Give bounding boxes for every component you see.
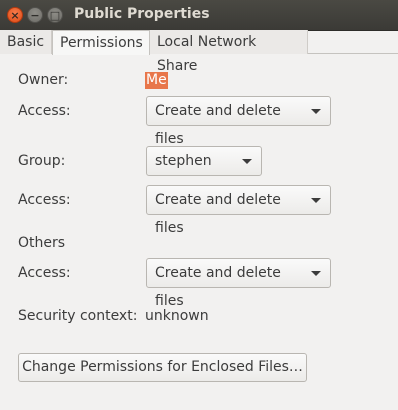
group-access-dropdown[interactable]: Create and delete files [146, 185, 331, 236]
owner-label: Owner: [18, 72, 69, 88]
others-access-dropdown[interactable]: Create and delete files [146, 258, 331, 309]
others-access-value: Create and delete files [155, 265, 281, 309]
others-label: Others [18, 235, 66, 251]
owner-value: Me [145, 72, 168, 89]
tab-basic[interactable]: Basic [0, 30, 52, 54]
close-icon: × [10, 9, 20, 22]
group-access-label: Access: [18, 192, 71, 208]
tab-local-network-share[interactable]: Local Network Share [150, 30, 308, 74]
chevron-down-icon [311, 109, 321, 114]
owner-access-value: Create and delete files [155, 103, 281, 147]
maximize-icon: □ [49, 9, 61, 22]
group-dropdown[interactable]: stephen [146, 146, 262, 176]
title-bar: × − □ Public Properties [0, 0, 398, 31]
close-button[interactable]: × [7, 7, 23, 23]
maximize-button[interactable]: □ [47, 7, 63, 23]
chevron-down-icon [311, 198, 321, 203]
chevron-down-icon [242, 159, 252, 164]
minimize-icon: − [30, 9, 40, 22]
group-access-value: Create and delete files [155, 192, 281, 236]
others-access-label: Access: [18, 265, 71, 281]
group-label: Group: [18, 153, 66, 169]
security-context-label: Security context: [18, 308, 138, 324]
security-context-value: unknown [145, 308, 209, 324]
window-title: Public Properties [74, 6, 210, 22]
chevron-down-icon [311, 271, 321, 276]
owner-access-label: Access: [18, 103, 71, 119]
tab-permissions[interactable]: Permissions [52, 30, 150, 55]
tab-bar: Basic Permissions Local Network Share [0, 30, 398, 74]
group-value: stephen [155, 153, 212, 169]
owner-access-dropdown[interactable]: Create and delete files [146, 96, 331, 147]
change-permissions-enclosed-button[interactable]: Change Permissions for Enclosed Files… [18, 353, 307, 382]
minimize-button[interactable]: − [27, 7, 43, 23]
